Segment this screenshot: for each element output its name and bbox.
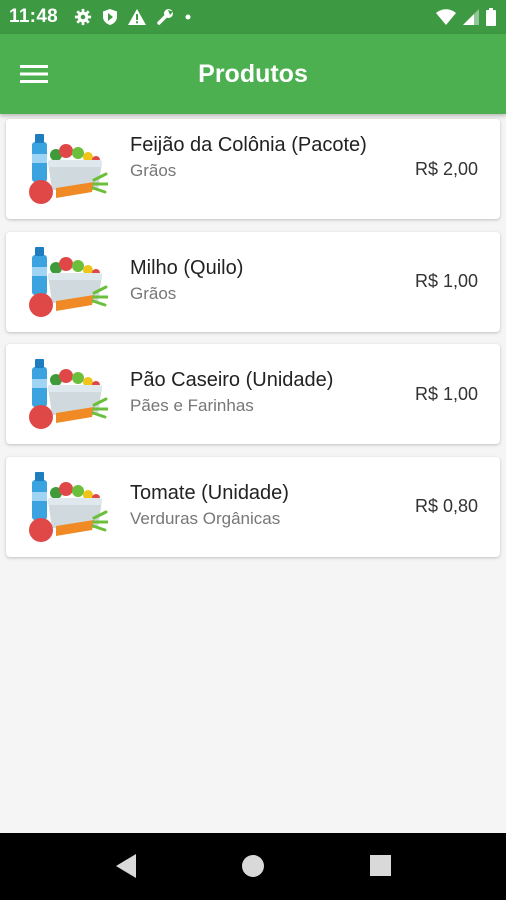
app-bar: Produtos xyxy=(0,34,506,114)
product-category: Pães e Farinhas xyxy=(130,396,254,415)
status-icons-left xyxy=(74,8,192,26)
product-title: Milho (Quilo) Grãos xyxy=(130,255,380,306)
product-price: R$ 1,00 xyxy=(414,383,478,404)
product-card[interactable]: Pão Caseiro (Unidade) Pães e Farinhas R$… xyxy=(6,344,500,444)
product-name: Milho (Quilo) xyxy=(130,256,244,279)
product-card[interactable]: Tomate (Unidade) Verduras Orgânicas R$ 0… xyxy=(6,456,500,557)
menu-button[interactable] xyxy=(16,56,52,92)
warning-icon xyxy=(128,9,147,25)
wifi-icon xyxy=(436,9,456,25)
product-name: Pão Caseiro (Unidade) xyxy=(130,369,334,391)
vegetables-basket-icon xyxy=(29,359,108,429)
product-category: Grãos xyxy=(130,283,177,303)
product-category: Grãos xyxy=(130,161,177,180)
navigation-bar xyxy=(0,833,506,900)
gear-icon xyxy=(74,8,92,26)
status-time: 11:48 xyxy=(9,6,59,27)
product-list: Feijão da Colônia (Pacote) Grãos R$ 2,00 xyxy=(6,119,500,569)
dot-icon xyxy=(185,14,191,20)
product-price: R$ 1,00 xyxy=(414,271,478,291)
home-icon[interactable] xyxy=(241,853,265,879)
vegetables-basket-icon xyxy=(29,134,108,204)
product-category: Verduras Orgânicas xyxy=(130,508,281,528)
product-name: Tomate (Unidade) xyxy=(130,481,289,504)
product-price: R$ 0,80 xyxy=(414,496,478,516)
product-card[interactable]: Milho (Quilo) Grãos R$ 1,00 xyxy=(6,231,500,332)
product-name: Feijão da Colônia (Pacote) xyxy=(130,134,367,156)
status-bar: 11:48 xyxy=(0,0,506,34)
product-title: Feijão da Colônia (Pacote) Grãos xyxy=(130,132,380,183)
product-price: R$ 2,00 xyxy=(414,158,478,179)
shield-icon xyxy=(103,9,118,25)
page-title: Produtos xyxy=(198,59,308,88)
signal-icon xyxy=(463,9,479,25)
status-icons-right xyxy=(436,0,496,34)
recents-icon[interactable] xyxy=(369,853,393,879)
vegetables-basket-icon xyxy=(29,471,108,542)
wrench-icon xyxy=(157,9,174,25)
product-card[interactable]: Feijão da Colônia (Pacote) Grãos R$ 2,00 xyxy=(6,119,500,219)
vegetables-basket-icon xyxy=(29,246,108,317)
back-icon[interactable] xyxy=(114,853,138,879)
product-title: Pão Caseiro (Unidade) Pães e Farinhas xyxy=(130,367,380,418)
product-title: Tomate (Unidade) Verduras Orgânicas xyxy=(130,480,380,531)
battery-icon xyxy=(486,8,496,26)
hamburger-menu-icon[interactable] xyxy=(20,64,48,84)
